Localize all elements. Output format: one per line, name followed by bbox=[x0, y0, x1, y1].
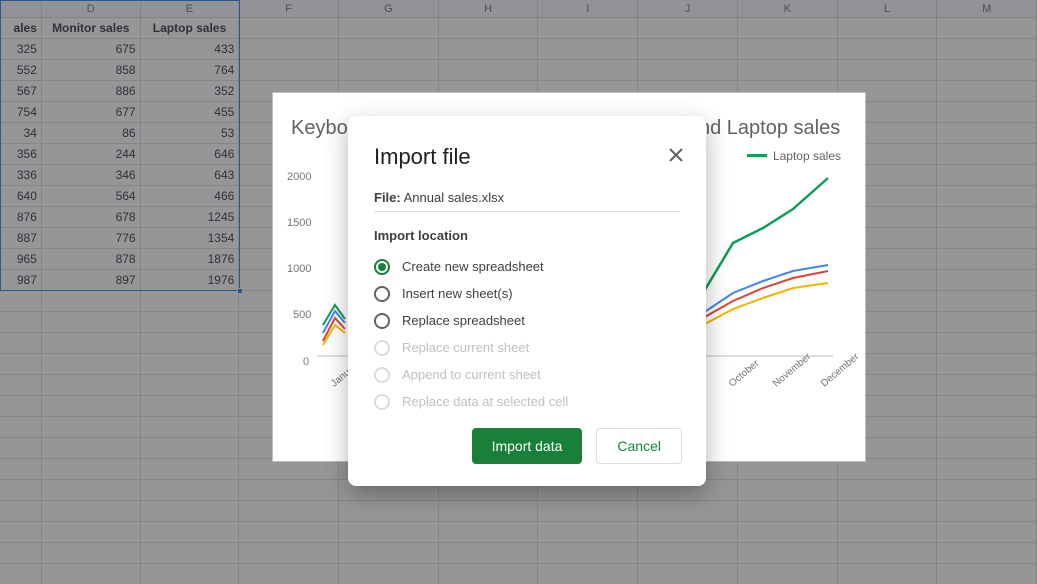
radio-option-4: Append to current sheet bbox=[374, 361, 680, 388]
close-button[interactable] bbox=[662, 142, 690, 170]
radio-label: Create new spreadsheet bbox=[402, 259, 544, 274]
import-file-dialog: Import file File: Annual sales.xlsx Impo… bbox=[348, 116, 706, 486]
radio-label: Replace current sheet bbox=[402, 340, 529, 355]
radio-label: Replace data at selected cell bbox=[402, 394, 568, 409]
radio-icon bbox=[374, 394, 390, 410]
radio-label: Replace spreadsheet bbox=[402, 313, 525, 328]
radio-icon bbox=[374, 286, 390, 302]
import-data-button[interactable]: Import data bbox=[472, 428, 583, 464]
file-row: File: Annual sales.xlsx bbox=[374, 190, 680, 212]
file-name: Annual sales.xlsx bbox=[404, 190, 504, 205]
radio-icon bbox=[374, 313, 390, 329]
radio-option-1[interactable]: Insert new sheet(s) bbox=[374, 280, 680, 307]
radio-icon bbox=[374, 340, 390, 356]
dialog-title: Import file bbox=[374, 144, 680, 170]
import-location-label: Import location bbox=[374, 228, 680, 243]
radio-label: Append to current sheet bbox=[402, 367, 541, 382]
radio-option-3: Replace current sheet bbox=[374, 334, 680, 361]
radio-icon bbox=[374, 259, 390, 275]
radio-option-0[interactable]: Create new spreadsheet bbox=[374, 253, 680, 280]
close-icon bbox=[669, 148, 683, 162]
radio-option-5: Replace data at selected cell bbox=[374, 388, 680, 415]
radio-option-2[interactable]: Replace spreadsheet bbox=[374, 307, 680, 334]
cancel-button[interactable]: Cancel bbox=[596, 428, 682, 464]
radio-icon bbox=[374, 367, 390, 383]
radio-label: Insert new sheet(s) bbox=[402, 286, 513, 301]
